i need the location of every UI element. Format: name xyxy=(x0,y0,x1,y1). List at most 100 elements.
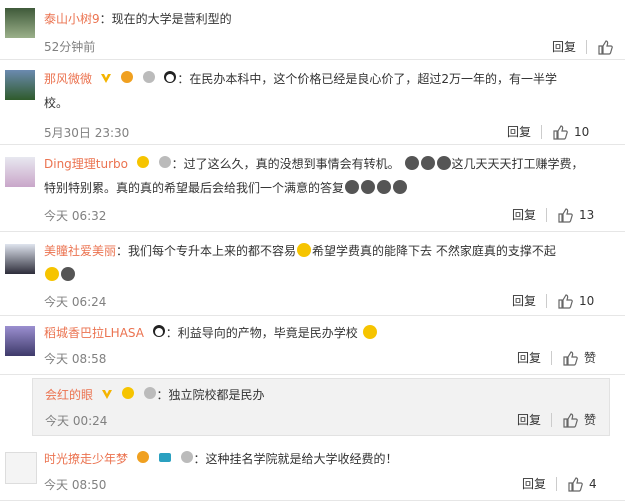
avatar[interactable] xyxy=(5,70,35,100)
reply-button[interactable]: 回复 xyxy=(517,349,541,366)
vip-badge-icon xyxy=(100,69,112,91)
comment-content: ：独立院校都是民办 xyxy=(156,388,265,402)
comment-content: ：利益导向的产物，毕竟是民办学校 xyxy=(165,326,358,340)
comment-text: 那风微微 ：在民办本科中，这个价格已经是良心价了，超过2万一年的，有一半学 xyxy=(44,68,557,91)
medal-icon xyxy=(120,69,134,91)
avatar[interactable] xyxy=(5,452,37,484)
comment-text: 美瞳社爱美丽：我们每个专升本上来的都不容易 希望学费真的能降下去 不然家庭真的支撑… xyxy=(44,240,556,262)
camera-icon xyxy=(158,449,172,471)
divider xyxy=(586,39,588,54)
comment-text: 稻城香巴拉LHASA ：利益导向的产物，毕竟是民办学校 xyxy=(44,322,378,345)
crying-emoji-icon xyxy=(296,242,312,258)
like-count: 13 xyxy=(579,207,595,222)
emoji-line xyxy=(44,264,76,286)
comment-item: 那风微微 ：在民办本科中，这个价格已经是良心价了，超过2万一年的，有一半学 校。… xyxy=(0,60,625,145)
like-count: 10 xyxy=(574,124,590,139)
crying-emoji-icon xyxy=(420,155,436,171)
like-icon[interactable] xyxy=(552,124,568,140)
timestamp: 5月30日 23:30 xyxy=(44,126,130,140)
actions: 回复 10 xyxy=(512,292,594,309)
username[interactable]: 美瞳社爱美丽 xyxy=(44,244,116,258)
avatar[interactable] xyxy=(5,8,35,38)
like-icon[interactable] xyxy=(557,207,573,223)
timestamp: 今天 08:50 xyxy=(44,478,107,492)
comment-item: 时光撩走少年梦 ：这种挂名学院就是给大学收经费的！ 今天 08:50 回复 4 xyxy=(0,440,625,501)
comment-content: ：这种挂名学院就是给大学收经费的！ xyxy=(193,452,398,466)
reply-button[interactable]: 回复 xyxy=(507,123,531,140)
comment-item: Ding理理turbo ：过了这么久，真的没想到事情会有转机。 这几天天天打工赚… xyxy=(0,145,625,232)
crying-emoji-icon xyxy=(44,266,60,282)
comment-text: 泰山小树9：现在的大学是营利型的 xyxy=(44,8,232,30)
emoji-icon xyxy=(136,154,150,176)
comment-item: 泰山小树9：现在的大学是营利型的 52分钟前 回复 xyxy=(0,0,625,60)
like-label[interactable]: 赞 xyxy=(584,411,596,428)
nested-reply: 会红的眼 ：独立院校都是民办 今天 00:24 回复 赞 xyxy=(32,378,610,436)
comment-content-cont: 这几天天天打工赚学费， xyxy=(451,157,584,171)
crying-emoji-icon xyxy=(344,179,360,195)
crying-emoji-icon xyxy=(60,266,76,282)
comment-text: Ding理理turbo ：过了这么久，真的没想到事情会有转机。 这几天天天打工赚… xyxy=(44,153,584,176)
vip-badge-icon xyxy=(101,385,113,407)
avatar[interactable] xyxy=(5,244,35,274)
crying-emoji-icon xyxy=(392,179,408,195)
silver-medal-icon xyxy=(143,385,157,407)
silver-medal-icon xyxy=(142,69,156,91)
comment-content-cont: 希望学费真的能降下去 不然家庭真的支撑不起 xyxy=(312,244,556,258)
timestamp: 今天 06:24 xyxy=(44,295,107,309)
like-icon[interactable] xyxy=(567,476,583,492)
username[interactable]: Ding理理turbo xyxy=(44,157,128,171)
comment-content: ：过了这么久，真的没想到事情会有转机。 xyxy=(171,157,400,171)
like-count: 10 xyxy=(579,293,595,308)
like-count: 4 xyxy=(589,476,597,491)
reply-button[interactable]: 回复 xyxy=(517,411,541,428)
panda-icon xyxy=(152,323,166,345)
divider xyxy=(546,293,548,308)
timestamp: 今天 08:58 xyxy=(44,352,107,366)
username[interactable]: 稻城香巴拉LHASA xyxy=(44,326,144,340)
username[interactable]: 会红的眼 xyxy=(45,388,93,402)
comment-text-line2: 特别特别累。真的真的希望最后会给我们一个满意的答复 xyxy=(44,177,408,199)
comment-item: 美瞳社爱美丽：我们每个专升本上来的都不容易 希望学费真的能降下去 不然家庭真的支撑… xyxy=(0,232,625,316)
avatar[interactable] xyxy=(5,157,35,187)
divider xyxy=(551,412,553,427)
timestamp: 今天 06:32 xyxy=(44,209,107,223)
like-icon[interactable] xyxy=(562,350,578,366)
like-icon[interactable] xyxy=(562,412,578,428)
reply-button[interactable]: 回复 xyxy=(522,475,546,492)
emoji-icon xyxy=(362,324,378,340)
divider xyxy=(546,207,548,222)
medal-icon xyxy=(136,449,150,471)
comment-item: 稻城香巴拉LHASA ：利益导向的产物，毕竟是民办学校 今天 08:58 回复 … xyxy=(0,316,625,375)
actions: 回复 10 xyxy=(507,123,589,140)
reply-button[interactable]: 回复 xyxy=(552,38,576,55)
like-icon[interactable] xyxy=(597,39,613,55)
like-label[interactable]: 赞 xyxy=(584,349,596,366)
actions: 回复 赞 xyxy=(517,411,596,428)
username[interactable]: 时光撩走少年梦 xyxy=(44,452,128,466)
actions: 回复 13 xyxy=(512,206,594,223)
reply-button[interactable]: 回复 xyxy=(512,206,536,223)
comment-text-line2: 校。 xyxy=(44,96,69,110)
crying-emoji-icon xyxy=(436,155,452,171)
crying-emoji-icon xyxy=(376,179,392,195)
comment-content: ：我们每个专升本上来的都不容易 xyxy=(116,244,297,258)
avatar[interactable] xyxy=(5,326,35,356)
comment-text: 会红的眼 ：独立院校都是民办 xyxy=(45,384,265,407)
timestamp: 今天 00:24 xyxy=(45,414,108,428)
username[interactable]: 泰山小树9 xyxy=(44,12,100,26)
comment-content: ：现在的大学是营利型的 xyxy=(99,12,232,26)
panda-icon xyxy=(163,69,177,91)
actions: 回复 4 xyxy=(522,475,597,492)
crying-emoji-icon xyxy=(404,155,420,171)
actions: 回复 赞 xyxy=(517,349,596,366)
reply-button[interactable]: 回复 xyxy=(512,292,536,309)
timestamp: 52分钟前 xyxy=(44,40,96,54)
comment-content: ：在民办本科中，这个价格已经是良心价了，超过2万一年的，有一半学 xyxy=(177,72,557,86)
silver-medal-icon xyxy=(158,154,172,176)
silver-medal-icon xyxy=(180,449,194,471)
like-icon[interactable] xyxy=(557,293,573,309)
divider xyxy=(551,350,553,365)
crying-emoji-icon xyxy=(360,179,376,195)
username[interactable]: 那风微微 xyxy=(44,72,92,86)
comment-list: 泰山小树9：现在的大学是营利型的 52分钟前 回复 那风微微 ：在民办本科中，这… xyxy=(0,0,625,501)
